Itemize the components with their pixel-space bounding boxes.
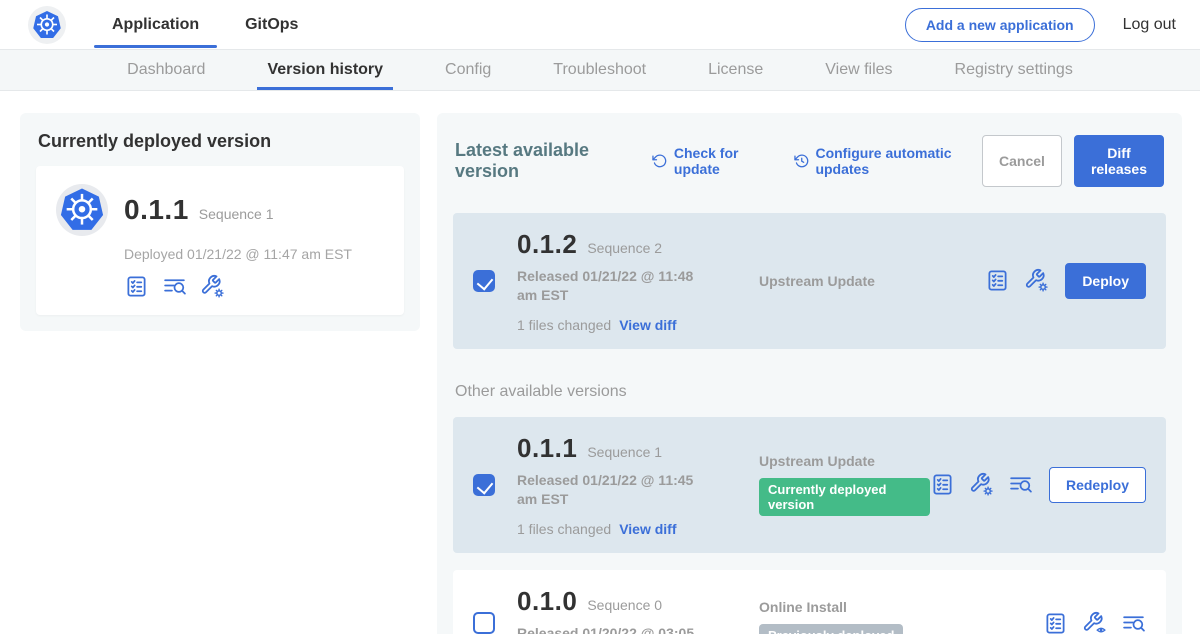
top-navbar: Application GitOps Add a new application… [0,0,1200,50]
deployed-version-number: 0.1.1 [124,194,189,226]
sequence-label: Sequence 0 [587,597,662,613]
sequence-label: Sequence 1 [587,444,662,460]
configure-automatic-updates-link[interactable]: Configure automatic updates [794,145,982,177]
subnav-tab-registry-settings[interactable]: Registry settings [953,50,1075,90]
version-number: 0.1.1 [517,433,577,464]
subnav-tab-view-files[interactable]: View files [823,50,894,90]
view-diff-link[interactable]: View diff [619,521,676,537]
configure-automatic-updates-label: Configure automatic updates [815,145,982,177]
view-files-icon[interactable] [162,274,187,299]
version-source-label: Upstream Update [759,453,930,469]
checklist-icon[interactable] [930,472,955,497]
subnav-tab-troubleshoot[interactable]: Troubleshoot [551,50,648,90]
version-row: 0.1.1 Sequence 1 Released 01/21/22 @ 11:… [453,417,1166,553]
files-changed-label: 1 files changed [517,317,611,333]
files-changed-row: 1 files changed View diff [517,317,759,333]
subnav-tab-dashboard[interactable]: Dashboard [125,50,207,90]
deploy-status-badge: Currently deployed version [759,478,930,516]
deploy-action-button[interactable]: Redeploy [1049,467,1146,503]
released-timestamp: Released 01/21/22 @ 11:45 am EST [517,471,705,509]
version-row-icons [930,472,1033,497]
currently-deployed-panel: Currently deployed version 0.1.1 Sequenc… [20,113,420,331]
cancel-button[interactable]: Cancel [982,135,1062,187]
diff-releases-button[interactable]: Diff releases [1074,135,1164,187]
sequence-label: Sequence 2 [587,240,662,256]
version-select-checkbox[interactable] [473,612,495,634]
wrench-gear-icon[interactable] [969,472,994,497]
check-for-update-label: Check for update [674,145,772,177]
deployed-version-card: 0.1.1 Sequence 1 Deployed 01/21/22 @ 11:… [36,166,404,315]
app-subnav: Dashboard Version history Config Troublesho… [0,50,1200,91]
wrench-eye-icon[interactable] [1082,611,1107,634]
version-source-label: Upstream Update [759,273,985,289]
subnav-tab-config[interactable]: Config [443,50,493,90]
version-row-icons [1043,611,1146,634]
view-files-icon[interactable] [1121,611,1146,634]
wrench-gear-icon[interactable] [1024,268,1049,293]
released-timestamp: Released 01/21/22 @ 11:48 am EST [517,267,705,305]
view-diff-link[interactable]: View diff [619,317,676,333]
deploy-action-button[interactable]: Deploy [1065,263,1146,299]
clock-refresh-icon [794,152,809,170]
version-number: 0.1.0 [517,586,577,617]
version-select-checkbox[interactable] [473,270,495,292]
version-number: 0.1.2 [517,229,577,260]
checklist-icon[interactable] [1043,611,1068,634]
files-changed-row: 1 files changed View diff [517,521,759,537]
deploy-status-badge: Previously deployed [759,624,903,634]
version-history-panel: Latest available version Check for updat… [437,113,1182,634]
version-select-checkbox[interactable] [473,474,495,496]
currently-deployed-title: Currently deployed version [38,131,402,152]
subnav-tab-version-history[interactable]: Version history [265,50,385,90]
version-source-label: Online Install [759,599,1043,615]
app-kubernetes-icon [56,184,108,236]
view-files-icon[interactable] [1008,472,1033,497]
latest-available-title: Latest available version [455,140,630,182]
files-changed-label: 1 files changed [517,521,611,537]
version-row: 0.1.0 Sequence 0 Released 01/20/22 @ 03:… [453,570,1166,634]
refresh-icon [652,152,667,170]
wrench-gear-icon[interactable] [200,274,225,299]
kubernetes-logo-icon [28,6,66,44]
deployed-sequence-label: Sequence 1 [199,206,274,222]
checklist-icon[interactable] [985,268,1010,293]
logout-button[interactable]: Log out [1123,16,1176,34]
version-row: 0.1.2 Sequence 2 Released 01/21/22 @ 11:… [453,213,1166,349]
tab-gitops[interactable]: GitOps [233,2,310,47]
tab-application[interactable]: Application [100,2,211,47]
version-row-icons [985,268,1049,293]
add-new-application-button[interactable]: Add a new application [905,8,1095,42]
other-available-versions-title: Other available versions [455,383,1164,401]
released-timestamp: Released 01/20/22 @ 03:05 pm EST [517,624,705,634]
checklist-icon[interactable] [124,274,149,299]
check-for-update-link[interactable]: Check for update [652,145,772,177]
subnav-tab-license[interactable]: License [706,50,765,90]
deployed-timestamp: Deployed 01/21/22 @ 11:47 am EST [124,246,384,262]
